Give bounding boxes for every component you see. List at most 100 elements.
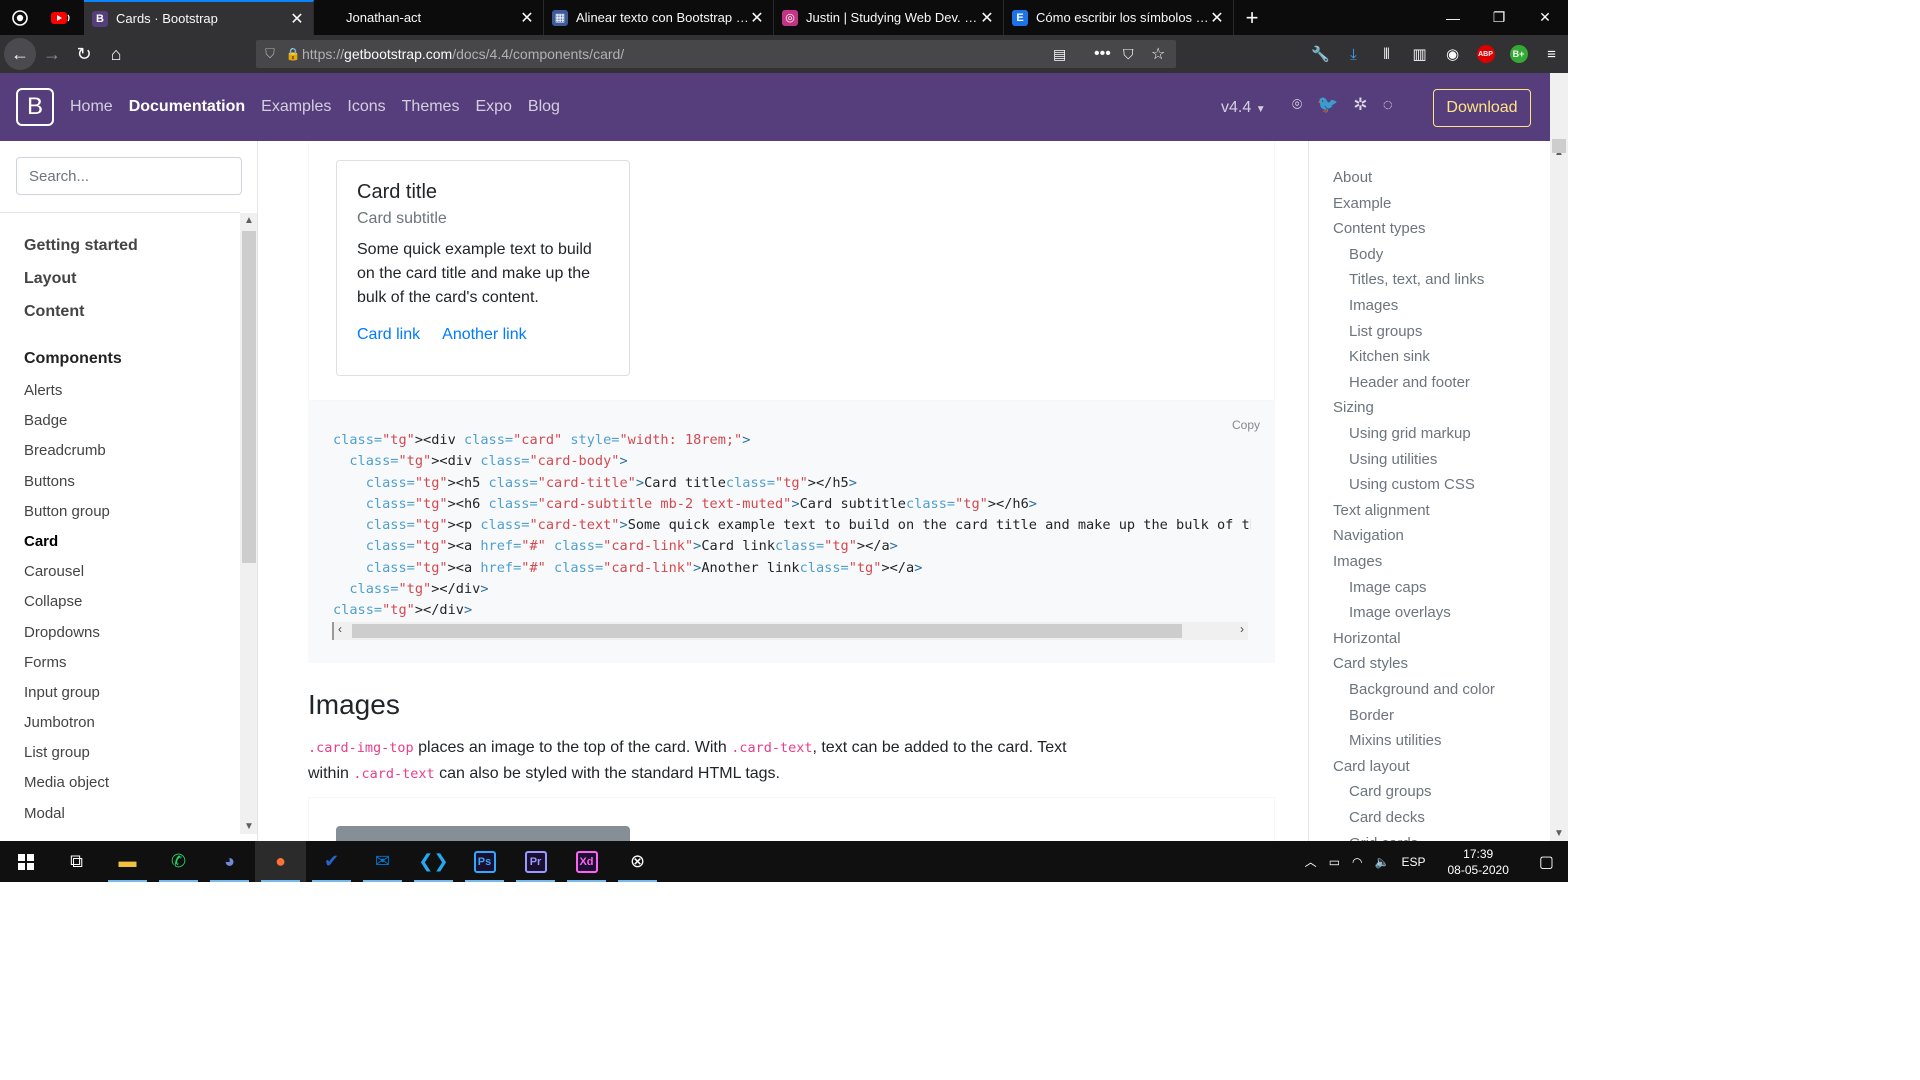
scroll-down-icon[interactable]: ▼	[1550, 828, 1568, 839]
sidebar-group[interactable]: Getting started	[24, 235, 234, 268]
sidebar-item[interactable]: Input group	[24, 683, 234, 713]
toc-link[interactable]: Example	[1333, 195, 1391, 212]
sidebar-item[interactable]: Modal	[24, 804, 234, 834]
sidebar-item[interactable]: Dropdowns	[24, 623, 234, 653]
close-tab-icon[interactable]: ✕	[519, 8, 535, 28]
sidebar-item[interactable]: Collapse	[24, 592, 234, 622]
page-actions-icon[interactable]: •••	[1094, 45, 1111, 63]
nav-link-documentation[interactable]: Documentation	[129, 98, 245, 116]
account-icon[interactable]: ◉	[1436, 45, 1469, 63]
scrollbar-thumb[interactable]	[242, 231, 256, 563]
sidebar-item[interactable]: Breadcrumb	[24, 441, 234, 471]
wrench-icon[interactable]: 🔧	[1304, 45, 1337, 63]
download-icon[interactable]: ⤓	[1337, 46, 1370, 63]
toc-link[interactable]: Horizontal	[1333, 630, 1401, 647]
bootstrap-logo[interactable]: B	[16, 88, 54, 126]
youtube-pinned-tab[interactable]	[40, 0, 84, 35]
another-link[interactable]: Another link	[442, 326, 527, 343]
toc-link[interactable]: About	[1333, 169, 1372, 186]
notifications-icon[interactable]: ▢	[1525, 852, 1568, 872]
toc-link[interactable]: Content types	[1333, 220, 1426, 237]
sidebar-group[interactable]: Content	[24, 301, 234, 334]
scroll-right-icon[interactable]: ›	[1240, 622, 1244, 636]
firefox-taskbar-button[interactable]: ●	[255, 841, 306, 882]
new-tab-button[interactable]: +	[1234, 0, 1270, 35]
discord-taskbar-button[interactable]: ◕	[204, 841, 255, 882]
nav-link-themes[interactable]: Themes	[402, 98, 460, 116]
menu-icon[interactable]: ≡	[1535, 46, 1568, 63]
language-indicator[interactable]: ESP	[1395, 855, 1431, 869]
browser-tab[interactable]: E Cómo escribir los símbolos Ma ✕	[1004, 0, 1234, 35]
scrollbar-thumb[interactable]	[1552, 139, 1566, 153]
bookmark-star-icon[interactable]: ☆	[1151, 44, 1165, 64]
close-tab-icon[interactable]: ✕	[749, 8, 765, 28]
mail-taskbar-button[interactable]: ✉	[357, 841, 408, 882]
sidebar-group[interactable]: Layout	[24, 268, 234, 301]
toc-link[interactable]: Titles, text, and links	[1349, 271, 1484, 288]
toc-link[interactable]: Card groups	[1349, 783, 1432, 800]
version-dropdown[interactable]: v4.4 ▼	[1221, 99, 1266, 117]
nav-link-expo[interactable]: Expo	[475, 98, 511, 116]
battery-icon[interactable]: ▭	[1323, 855, 1346, 869]
start-button[interactable]	[0, 841, 51, 882]
volume-icon[interactable]: 🔈	[1369, 855, 1396, 869]
opencollective-icon[interactable]: ◌	[1383, 95, 1393, 115]
toc-link[interactable]: List groups	[1349, 323, 1422, 340]
toc-link[interactable]: Images	[1349, 297, 1398, 314]
task-view-taskbar-button[interactable]: ⧉	[51, 841, 102, 882]
toc-link[interactable]: Using custom CSS	[1349, 476, 1475, 493]
scrollbar-thumb[interactable]	[352, 624, 1182, 638]
todo-taskbar-button[interactable]: ✔	[306, 841, 357, 882]
restore-button[interactable]: ❐	[1476, 0, 1522, 35]
toc-link[interactable]: Background and color	[1349, 681, 1495, 698]
browser-tab[interactable]: B Cards · Bootstrap ✕	[84, 0, 314, 35]
twitter-icon[interactable]: 🐦	[1317, 95, 1338, 115]
toc-link[interactable]: Kitchen sink	[1349, 348, 1430, 365]
close-tab-icon[interactable]: ✕	[289, 9, 305, 29]
minimize-button[interactable]: —	[1430, 0, 1476, 35]
sidebar-scrollbar[interactable]: ▲ ▼	[240, 213, 257, 834]
scroll-down-icon[interactable]: ▼	[240, 821, 257, 832]
premiere-taskbar-button[interactable]: Pr	[510, 841, 561, 882]
close-window-button[interactable]: ✕	[1522, 0, 1568, 35]
reload-button[interactable]: ↻	[68, 38, 100, 70]
reader-view-icon[interactable]: ▤	[1053, 46, 1066, 63]
sidebar-item[interactable]: Card	[24, 532, 234, 562]
sidebar-item[interactable]: List group	[24, 743, 234, 773]
github-pinned-tab[interactable]	[0, 0, 40, 35]
toc-link[interactable]: Card layout	[1333, 758, 1410, 775]
toc-link[interactable]: Border	[1349, 707, 1394, 724]
library-icon[interactable]: ⫴	[1370, 46, 1403, 63]
toc-link[interactable]: Image overlays	[1349, 604, 1451, 621]
back-button[interactable]: ←	[4, 38, 36, 70]
code-horizontal-scrollbar[interactable]: ‹ ›	[332, 622, 1248, 640]
sidebar-item[interactable]: Jumbotron	[24, 713, 234, 743]
sidebar-item[interactable]: Carousel	[24, 562, 234, 592]
nav-link-icons[interactable]: Icons	[347, 98, 385, 116]
toc-link[interactable]: Card styles	[1333, 655, 1408, 672]
lock-icon[interactable]: 🔒	[284, 47, 302, 61]
sidebar-item[interactable]: Badge	[24, 411, 234, 441]
scroll-up-icon[interactable]: ▲	[240, 215, 257, 226]
toc-link[interactable]: Body	[1349, 246, 1383, 263]
slack-icon[interactable]: ✲	[1353, 95, 1367, 115]
browser-tab[interactable]: ▦ Alinear texto con Bootstrap - L ✕	[544, 0, 774, 35]
whatsapp-taskbar-button[interactable]: ✆	[153, 841, 204, 882]
toc-link[interactable]: Text alignment	[1333, 502, 1430, 519]
browser-tab[interactable]: ◎ Justin | Studying Web Dev. (@c ✕	[774, 0, 1004, 35]
browser-tab[interactable]: Jonathan-act ✕	[314, 0, 544, 35]
toc-link[interactable]: Sizing	[1333, 399, 1374, 416]
scroll-left-icon[interactable]: ‹	[338, 622, 342, 636]
card-link[interactable]: Card link	[357, 326, 420, 343]
sidebar-item[interactable]: Button group	[24, 502, 234, 532]
clock[interactable]: 17:39 08-05-2020	[1431, 846, 1524, 878]
nav-link-home[interactable]: Home	[70, 98, 113, 116]
sidebar-item[interactable]: Alerts	[24, 381, 234, 411]
wifi-icon[interactable]: ◠	[1346, 855, 1368, 869]
forward-button[interactable]: →	[36, 38, 68, 70]
sidebar-item[interactable]: Forms	[24, 653, 234, 683]
toc-link[interactable]: Using grid markup	[1349, 425, 1471, 442]
sidebar-item[interactable]: Media object	[24, 773, 234, 803]
home-button[interactable]: ⌂	[100, 38, 132, 70]
xd-taskbar-button[interactable]: Xd	[561, 841, 612, 882]
